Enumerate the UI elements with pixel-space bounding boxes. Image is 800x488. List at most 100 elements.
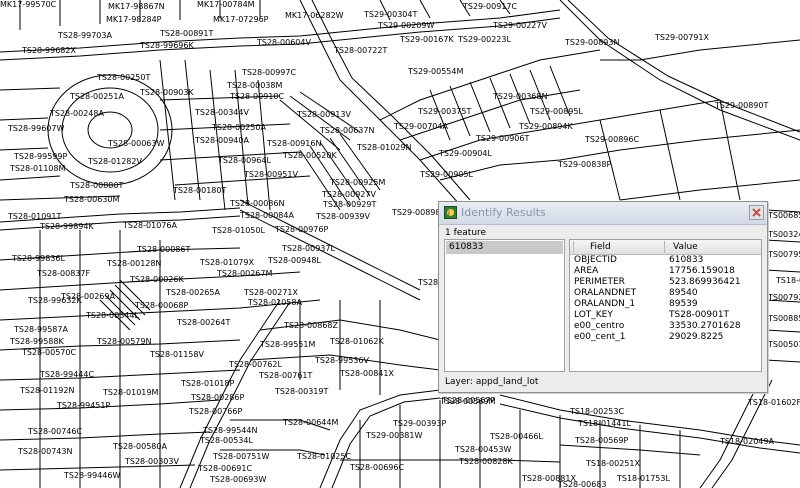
parcel-label: TS28-00913V xyxy=(297,110,351,119)
parcel-label: TS28-00644M xyxy=(283,418,339,427)
svg-text:i: i xyxy=(448,210,450,218)
field-value: TS28-00901T xyxy=(669,310,730,320)
feature-count: 1 feature xyxy=(445,228,487,238)
table-row[interactable]: e00_centro 33530.2701628 xyxy=(570,321,761,332)
parcel-label: TS29-00554M xyxy=(408,67,464,76)
parcel-label: TS28-00265A xyxy=(166,288,220,297)
parcel-label: TS28-00344L xyxy=(86,311,139,320)
parcel-label: TS29-00890T xyxy=(715,101,769,110)
parcel-label: TS28-00534L xyxy=(200,436,253,445)
parcel-label: TS28-99696K xyxy=(140,41,194,50)
parcel-label: TS28-99836L xyxy=(12,254,65,263)
parcel-label: TS29-00704A xyxy=(394,122,448,131)
field-name: OBJECTID xyxy=(574,255,617,265)
parcel-label: TS28-00084A xyxy=(240,211,294,220)
dialog-title-bar[interactable]: i Identify Results xyxy=(439,202,767,225)
parcel-label: TS00792L xyxy=(768,293,800,302)
parcel-label: TS28-00063W xyxy=(108,139,165,148)
parcel-label: TS28-99703A xyxy=(58,31,112,40)
parcel-label: TS28-00891T xyxy=(160,29,214,38)
parcel-label: TS28-99607W xyxy=(8,124,65,133)
parcel-label: TS29-00894K xyxy=(519,122,573,131)
close-button[interactable] xyxy=(749,205,764,220)
parcel-label: TS28-00976P xyxy=(275,225,329,234)
parcel-label: TS28-00344V xyxy=(195,108,249,117)
parcel-label: TS28-99544N xyxy=(203,426,258,435)
parcel-label: TS29-00227V xyxy=(493,21,547,30)
parcel-label: TS28-00026K xyxy=(130,275,184,284)
parcel-label: TS28-01062K xyxy=(330,337,384,346)
parcel-label: TS29-00896C xyxy=(585,135,640,144)
parcel-label: TS28-01192N xyxy=(20,386,75,395)
parcel-label: TS28-99444C xyxy=(40,370,95,379)
parcel-label: MK17-00784M xyxy=(197,0,255,9)
field-value: 610833 xyxy=(669,255,704,265)
parcel-label: TS28-00267M xyxy=(217,269,273,278)
parcel-label: TS28-00630M xyxy=(64,195,120,204)
table-row[interactable]: LOT_KEY TS28-00901T xyxy=(570,310,761,321)
table-row[interactable]: OBJECTID 610833 xyxy=(570,255,761,266)
close-icon xyxy=(752,208,761,217)
parcel-label: TS28-00937L xyxy=(282,244,335,253)
parcel-label: TS28-00751W xyxy=(213,452,270,461)
table-row[interactable]: ORALANDNET 89540 xyxy=(570,288,761,299)
parcel-label: TS28-00319T xyxy=(275,387,329,396)
parcel-label: TS00685K xyxy=(768,211,800,220)
parcel-label: TS28-00761T xyxy=(259,371,313,380)
parcel-label: TS28-00910C xyxy=(230,92,285,101)
identify-tool-icon: i xyxy=(444,206,457,219)
parcel-label: TS28-00841X xyxy=(340,369,394,378)
parcel-label: TS28-00466L xyxy=(490,432,543,441)
parcel-label: TS00885V xyxy=(768,314,800,323)
feature-list-item[interactable]: 610833 xyxy=(446,241,563,254)
parcel-label: TS28-00303V xyxy=(125,457,179,466)
parcel-label: TS29-00381W xyxy=(366,431,423,440)
parcel-label: TS28-00453W xyxy=(455,445,512,454)
parcel-label: MK17-07296P xyxy=(213,15,269,24)
parcel-label: TS29-00375T xyxy=(418,107,472,116)
parcel-label: TS29-00393P xyxy=(393,419,447,428)
field-value: 33530.2701628 xyxy=(669,321,741,331)
field-value: 89540 xyxy=(669,288,698,298)
parcel-label: TS28-00086N xyxy=(230,199,285,208)
feature-id: 610833 xyxy=(449,242,484,252)
parcel-label: TS28-99551M xyxy=(260,340,316,349)
parcel-label: MK17-99570C xyxy=(0,0,57,9)
parcel-label: TS28-00828K xyxy=(459,457,513,466)
table-row[interactable]: e00_cent_1 29029.8225 xyxy=(570,332,761,343)
identify-results-dialog[interactable]: i Identify Results 1 feature 610833 Fiel… xyxy=(438,201,768,393)
parcel-label: TS28-00696C xyxy=(350,463,405,472)
table-row[interactable]: PERIMETER 523.869936421 xyxy=(570,277,761,288)
table-row[interactable]: AREA 17756.159018 xyxy=(570,266,761,277)
parcel-label: TS28-00286P xyxy=(191,393,245,402)
parcel-label: TS28-00722T xyxy=(334,46,388,55)
parcel-label: TS28-01158V xyxy=(150,350,204,359)
column-header-field[interactable]: Field xyxy=(590,242,611,252)
parcel-label: TS28-00580A xyxy=(113,442,167,451)
parcel-label: TS28-00604V xyxy=(257,38,311,47)
parcel-label: TS28-01079X xyxy=(200,258,254,267)
parcel-label: TS18-01602F xyxy=(748,398,800,407)
parcel-label: TS29-00304T xyxy=(364,10,418,19)
parcel-label: TS28-00570C xyxy=(22,348,77,357)
parcel-label: TS28-00520K xyxy=(283,151,337,160)
parcel-label: TS29-00895L xyxy=(530,107,583,116)
column-header-value[interactable]: Value xyxy=(673,242,698,252)
field-name: ORALANDNET xyxy=(574,288,637,298)
parcel-label: TS28-00868Z xyxy=(284,321,338,330)
table-row[interactable]: ORALANDN_1 89539 xyxy=(570,299,761,310)
feature-list[interactable]: 610833 xyxy=(444,239,565,372)
attribute-table[interactable]: Field Value OBJECTID 610833 AREA 17756.159… xyxy=(569,239,762,372)
parcel-label: TS28-00250T xyxy=(97,73,151,82)
field-name: e00_cent_1 xyxy=(574,332,626,342)
parcel-label: TS28-00837F xyxy=(37,269,91,278)
field-name: LOT_KEY xyxy=(574,310,613,320)
parcel-label: TS29-00917C xyxy=(463,2,518,11)
header-divider[interactable] xyxy=(664,241,665,253)
parcel-label: TS28-99599P xyxy=(14,152,68,161)
dialog-title: Identify Results xyxy=(461,206,546,219)
parcel-label: MK17-98867N xyxy=(108,2,165,11)
parcel-label: TS28-00693W xyxy=(210,475,267,484)
parcel-label: TS28-00086T xyxy=(137,245,191,254)
parcel-label: TS28-01019M xyxy=(103,388,159,397)
